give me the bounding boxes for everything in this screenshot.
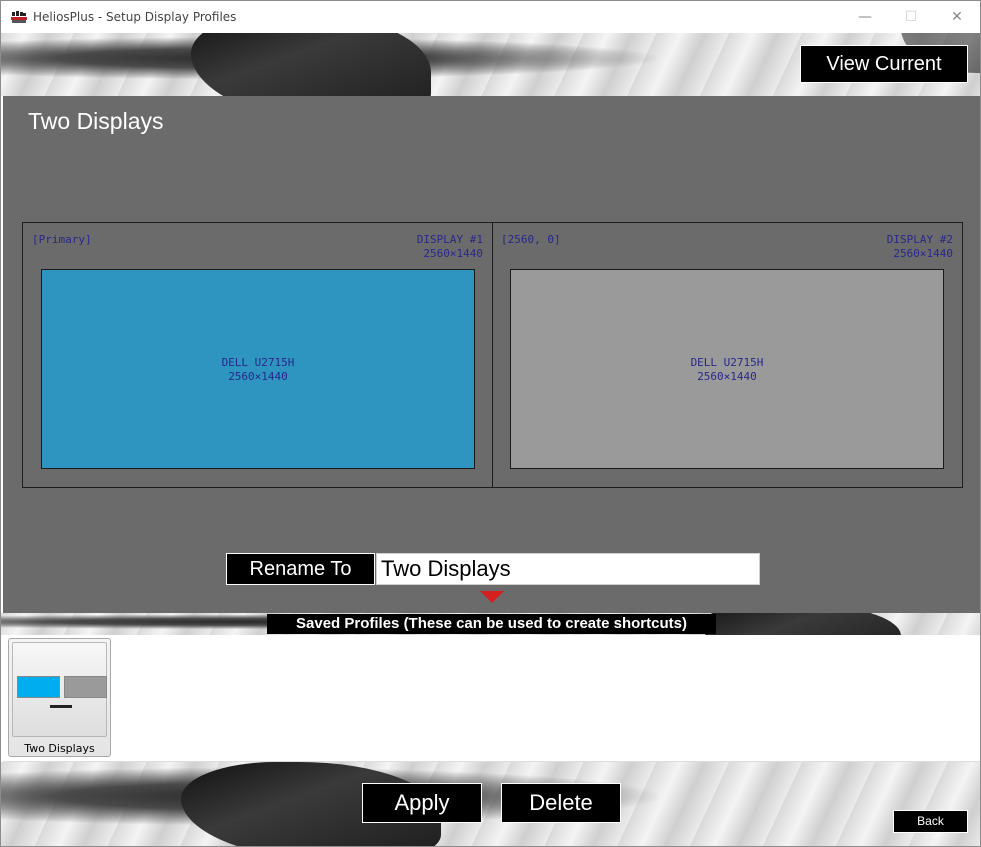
window-title: HeliosPlus - Setup Display Profiles xyxy=(33,10,237,24)
rename-to-button[interactable]: Rename To xyxy=(226,553,375,585)
app-window: HeliosPlus - Setup Display Profiles — ☐ … xyxy=(0,0,981,847)
display-2-screen[interactable]: DELL U2715H 2560×1440 xyxy=(510,269,944,469)
back-button[interactable]: Back xyxy=(893,810,968,833)
close-button[interactable]: ✕ xyxy=(934,1,980,33)
delete-button[interactable]: Delete xyxy=(501,783,621,823)
display-1-header: DISPLAY #1 2560×1440 xyxy=(353,233,483,261)
saved-profiles-header: Saved Profiles (These can be used to cre… xyxy=(267,614,716,634)
display-1-screen[interactable]: DELL U2715H 2560×1440 xyxy=(41,269,475,469)
saved-profile-name: Two Displays xyxy=(24,742,95,755)
saved-profile-card[interactable]: Two Displays xyxy=(8,638,111,757)
displays-layout: [Primary] DISPLAY #1 2560×1440 DELL U271… xyxy=(22,222,963,488)
display-1-monitor-resolution: 2560×1440 xyxy=(228,370,288,383)
display-2-monitor-info: DELL U2715H 2560×1440 xyxy=(511,356,943,384)
maximize-button[interactable]: ☐ xyxy=(888,1,934,33)
down-arrow-indicator-icon xyxy=(480,591,504,603)
display-1-position-label: [Primary] xyxy=(32,233,92,246)
thumbnail-display-2 xyxy=(64,676,107,698)
display-2-monitor-name: DELL U2715H xyxy=(690,356,764,369)
saved-profiles-list: Two Displays xyxy=(3,635,980,762)
display-1-label: DISPLAY #1 xyxy=(416,233,483,246)
display-1-monitor-name: DELL U2715H xyxy=(221,356,295,369)
footer-banner-image xyxy=(1,762,980,846)
thumbnail-display-1 xyxy=(17,676,60,698)
profile-title: Two Displays xyxy=(28,108,164,134)
profile-panel: Two Displays [Primary] DISPLAY #1 2560×1… xyxy=(3,96,980,613)
display-divider xyxy=(492,223,493,487)
profile-thumbnail xyxy=(12,642,107,737)
display-2-header: DISPLAY #2 2560×1440 xyxy=(823,233,953,261)
display-2-resolution: 2560×1440 xyxy=(893,247,953,260)
rename-input[interactable]: Two Displays xyxy=(376,553,760,585)
thumbnail-taskbar xyxy=(50,705,72,708)
title-bar: HeliosPlus - Setup Display Profiles — ☐ … xyxy=(1,1,980,33)
display-1-monitor-info: DELL U2715H 2560×1440 xyxy=(42,356,474,384)
app-logo-icon xyxy=(11,10,27,24)
view-current-button[interactable]: View Current xyxy=(800,45,968,83)
display-2-position-label: [2560, 0] xyxy=(501,233,561,246)
minimize-button[interactable]: — xyxy=(842,1,888,33)
display-1-resolution: 2560×1440 xyxy=(423,247,483,260)
display-2-monitor-resolution: 2560×1440 xyxy=(697,370,757,383)
display-2-label: DISPLAY #2 xyxy=(886,233,953,246)
apply-button[interactable]: Apply xyxy=(362,783,482,823)
